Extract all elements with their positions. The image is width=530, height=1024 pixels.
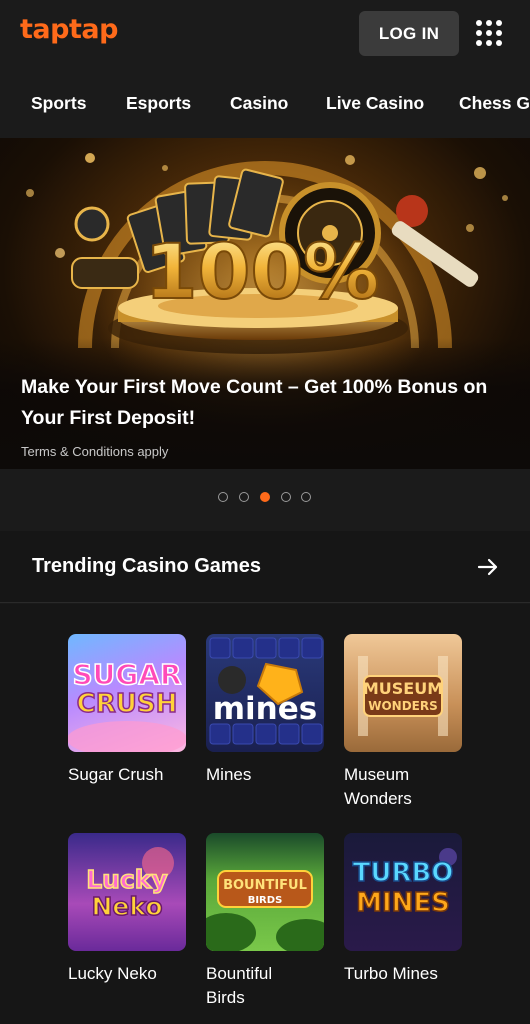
nav-item-chess[interactable]: Chess Ga: [459, 93, 530, 114]
turbo-mines-art: TURBO MINES: [352, 848, 457, 919]
game-tile-sugar-crush[interactable]: SUGAR CRUSH: [68, 634, 186, 752]
carousel-dot-5[interactable]: [301, 492, 311, 502]
nav-item-casino[interactable]: Casino: [230, 93, 288, 114]
games-grid: SUGAR CRUSH Sugar Crush mines Mines MUSE…: [0, 604, 530, 1024]
category-nav: Sports Esports Casino Live Casino Chess …: [0, 68, 530, 138]
game-tile-turbo-mines[interactable]: TURBO MINES: [344, 833, 462, 951]
game-label-mines[interactable]: Mines: [206, 763, 326, 787]
svg-text:BOUNTIFUL: BOUNTIFUL: [223, 878, 307, 893]
lucky-neko-art: Lucky Neko: [86, 847, 174, 922]
bountiful-birds-art: BOUNTIFUL BIRDS: [206, 870, 324, 951]
svg-text:mines: mines: [213, 691, 317, 727]
game-label-bountiful-birds[interactable]: Bountiful Birds: [206, 962, 326, 1010]
taptap-logo[interactable]: taptap: [20, 14, 118, 45]
svg-text:MINES: MINES: [356, 888, 450, 918]
carousel-dot-3[interactable]: [260, 492, 270, 502]
game-tile-mines[interactable]: mines: [206, 634, 324, 752]
carousel-dot-4[interactable]: [281, 492, 291, 502]
game-label-lucky-neko[interactable]: Lucky Neko: [68, 962, 188, 986]
nav-item-esports[interactable]: Esports: [126, 93, 191, 114]
svg-text:Lucky: Lucky: [86, 865, 167, 894]
nav-item-live-casino[interactable]: Live Casino: [326, 93, 424, 114]
game-tile-museum-wonders[interactable]: MUSEUM WONDERS: [344, 634, 462, 752]
banner-headline: Make Your First Move Count – Get 100% Bo…: [21, 376, 488, 429]
game-label-museum-wonders[interactable]: Museum Wonders: [344, 763, 464, 811]
svg-text:MUSEUM: MUSEUM: [363, 679, 443, 698]
grid-menu-icon[interactable]: [476, 20, 502, 46]
carousel-dot-2[interactable]: [239, 492, 249, 502]
bonus-100-graphic: 100%: [145, 227, 380, 316]
game-tile-lucky-neko[interactable]: Lucky Neko: [68, 833, 186, 951]
sugar-crush-art: SUGAR CRUSH: [68, 657, 186, 752]
svg-text:WONDERS: WONDERS: [368, 699, 438, 713]
game-label-sugar-crush[interactable]: Sugar Crush: [68, 763, 188, 787]
game-label-turbo-mines[interactable]: Turbo Mines: [344, 962, 464, 986]
svg-text:SUGAR: SUGAR: [72, 658, 181, 691]
arrow-right-icon[interactable]: [477, 556, 499, 578]
app-header: taptap LOG IN: [0, 0, 530, 68]
game-tile-bountiful-birds[interactable]: BOUNTIFUL BIRDS: [206, 833, 324, 951]
section-title: Trending Casino Games: [32, 555, 261, 577]
promo-banner[interactable]: 100% Make Your First Move Count – Get 10…: [0, 138, 530, 469]
login-button[interactable]: LOG IN: [359, 11, 459, 56]
museum-wonders-art: MUSEUM WONDERS: [358, 656, 448, 736]
svg-text:CRUSH: CRUSH: [77, 689, 178, 719]
carousel-indicators: [0, 469, 530, 531]
svg-text:BIRDS: BIRDS: [248, 895, 283, 906]
nav-item-sports[interactable]: Sports: [31, 93, 86, 114]
carousel-dot-1[interactable]: [218, 492, 228, 502]
svg-text:TURBO: TURBO: [353, 858, 454, 888]
banner-terms[interactable]: Terms & Conditions apply: [21, 444, 168, 459]
trending-section-header: Trending Casino Games: [0, 531, 530, 603]
svg-text:Neko: Neko: [91, 892, 162, 921]
mines-art: mines: [209, 637, 323, 745]
